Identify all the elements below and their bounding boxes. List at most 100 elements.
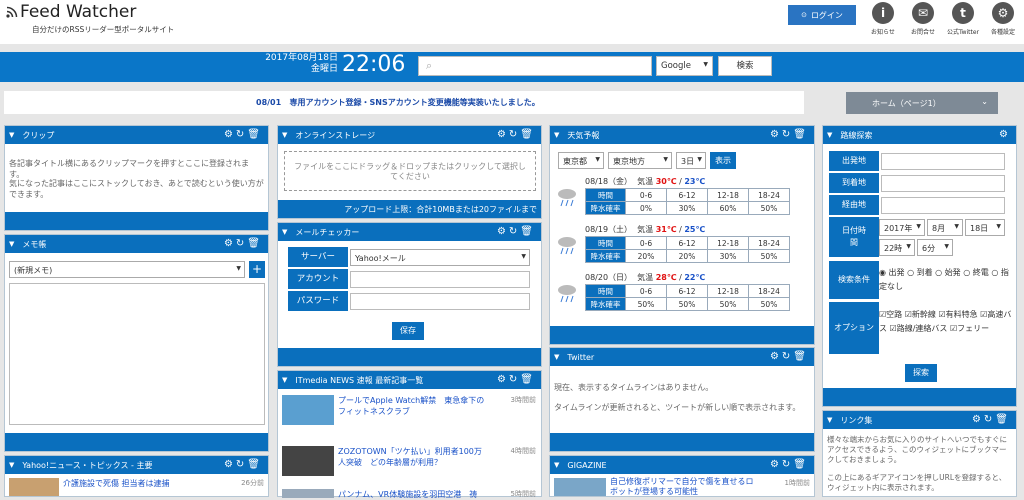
widget-tools[interactable]: ⚙↻🗑 xyxy=(972,414,1011,425)
itmedia-widget: ▼ ITmedia NEWS 速報 最新記事一覧 ⚙↻🗑 プールでApple W… xyxy=(277,370,542,499)
area-select[interactable]: 東京地方 ▼ xyxy=(608,152,672,169)
cloud-rain-icon xyxy=(555,282,581,304)
widget-tools[interactable]: ⚙↻🗑 xyxy=(497,374,536,385)
radio-first[interactable]: ○ 始発 xyxy=(935,268,961,277)
clip-widget: ▼ クリップ ⚙↻🗑 各記事タイトル横にあるクリップマークを押すとここに登録され… xyxy=(4,125,269,231)
storage-widget: ▼ オンラインストレージ ⚙↻🗑 ファイルをここにドラッグ＆ドロップまたはクリッ… xyxy=(277,125,542,219)
widget-tools[interactable]: ⚙↻🗑 xyxy=(497,226,536,237)
contact-button[interactable]: ✉ お問合せ xyxy=(903,2,943,36)
mail-icon: ✉ xyxy=(912,2,934,24)
save-button[interactable]: 保存 xyxy=(392,322,424,340)
chevron-down-icon[interactable]: ▼ xyxy=(282,228,287,236)
weather-day: 08/19（土） 気温 31℃ / 25℃ 時間 0-6 6-12 12-18 18-2… xyxy=(555,224,811,264)
widget-tools[interactable]: ⚙↻🗑 xyxy=(224,238,263,249)
month-select[interactable]: 8月 ▼ xyxy=(927,219,963,236)
year-select[interactable]: 2017年 ▼ xyxy=(879,219,925,236)
clock: 22:06 xyxy=(342,52,406,77)
checkbox-air[interactable]: ☑空路 xyxy=(879,310,902,319)
widget-header: ▼ クリップ ⚙↻🗑 xyxy=(5,126,268,144)
memo-widget: ▼ メモ帳 ⚙↻🗑 (新規メモ) ▼ + xyxy=(4,234,269,452)
from-input[interactable] xyxy=(881,153,1005,170)
checkbox-express[interactable]: ☑有料特急 xyxy=(938,310,977,319)
widget-tools[interactable]: ⚙↻🗑 xyxy=(770,129,809,140)
date-display: 2017年08月18日 金曜日 xyxy=(265,53,338,74)
file-drop-zone[interactable]: ファイルをここにドラッグ＆ドロップまたはクリックして選択してください xyxy=(284,151,536,191)
widget-tools[interactable]: ⚙↻🗑 xyxy=(224,459,263,470)
checkbox-ferry[interactable]: ☑フェリー xyxy=(950,324,989,333)
radio-last[interactable]: ○ 終電 xyxy=(963,268,989,277)
login-icon: ⊙ xyxy=(801,11,807,19)
radio-departure[interactable]: ◉ 出発 xyxy=(879,268,905,277)
search-button[interactable]: 検索 xyxy=(718,56,772,76)
twitter-icon: t xyxy=(952,2,974,24)
chevron-down-icon[interactable]: ▼ xyxy=(282,131,287,139)
search-condition-radios[interactable]: ◉ 出発 ○ 到着 ○ 始発 ○ 終電 ○ 指定なし xyxy=(879,266,1013,294)
info-button[interactable]: i お知らせ xyxy=(863,2,903,36)
news-thumbnail xyxy=(554,478,606,496)
checkbox-shinkansen[interactable]: ☑新幹線 xyxy=(905,310,936,319)
chevron-down-icon[interactable]: ▼ xyxy=(827,131,832,139)
chevron-down-icon[interactable]: ▼ xyxy=(9,240,14,248)
widget-tools[interactable]: ⚙↻🗑 xyxy=(224,129,263,140)
add-memo-button[interactable]: + xyxy=(249,261,265,278)
weather-table: 時間 0-6 6-12 12-18 18-24 降水確率 0% 30% 60% 50% xyxy=(585,188,790,215)
route-search-widget: ▼ 路線探索 ⚙ 出発地 到着地 経由地 日付時間 2017年 ▼ 8月 ▼ 18日… xyxy=(822,125,1017,407)
via-input[interactable] xyxy=(881,197,1005,214)
days-select[interactable]: 3日 ▼ xyxy=(676,152,706,169)
hour-select[interactable]: 22時 ▼ xyxy=(879,239,915,256)
news-link[interactable]: 自己修復ポリマーで自分で傷を直せるロボットが登場する可能性 xyxy=(610,477,760,497)
to-input[interactable] xyxy=(881,175,1005,192)
widget-tools[interactable]: ⚙↻🗑 xyxy=(770,351,809,362)
news-thumbnail xyxy=(282,446,334,476)
chevron-down-icon[interactable]: ▼ xyxy=(827,416,832,424)
memo-select[interactable]: (新規メモ) ▼ xyxy=(9,261,245,278)
minute-select[interactable]: 6分 ▼ xyxy=(917,239,953,256)
weather-day: 08/18（金） 気温 30℃ / 23℃ 時間 0-6 6-12 12-18 18-2… xyxy=(555,176,811,216)
weather-table: 時間 0-6 6-12 12-18 18-24 降水確率 50% 50% 50% 50% xyxy=(585,284,790,311)
twitter-widget: ▼ Twitter ⚙↻🗑 現在、表示するタイムラインはありません。 タイムライ… xyxy=(549,347,815,452)
route-search-button[interactable]: 探索 xyxy=(905,364,937,382)
search-input[interactable]: ⌕ xyxy=(418,56,652,76)
cloud-rain-icon xyxy=(555,234,581,256)
weather-widget: ▼ 天気予報 ⚙↻🗑 東京都 ▼ 東京地方 ▼ 3日 ▼ 表示 08/18（金） 気温… xyxy=(549,125,815,345)
pref-select[interactable]: 東京都 ▼ xyxy=(558,152,604,169)
chevron-down-icon[interactable]: ▼ xyxy=(554,353,559,361)
chevron-down-icon[interactable]: ▼ xyxy=(554,461,559,469)
login-button[interactable]: ⊙ ログイン xyxy=(788,5,856,25)
widget-tools[interactable]: ⚙↻🗑 xyxy=(770,459,809,470)
page-select[interactable]: ホーム（ページ1） ⌄ xyxy=(846,92,998,114)
search-icon: ⌕ xyxy=(426,59,433,72)
mail-password-input[interactable] xyxy=(350,293,530,310)
chevron-down-icon[interactable]: ▼ xyxy=(282,376,287,384)
radio-arrival[interactable]: ○ 到着 xyxy=(907,268,933,277)
news-link[interactable]: 介護施設で死傷 担当者は逮捕 xyxy=(63,478,170,489)
mail-checker-widget: ▼ メールチェッカー ⚙↻🗑 サーバー Yahoo!メール ▼ アカウント パスワ… xyxy=(277,222,542,367)
dropdown-icon: ▼ xyxy=(703,61,708,68)
settings-button[interactable]: ⚙ 各種設定 xyxy=(983,2,1023,36)
weather-table: 時間 0-6 6-12 12-18 18-24 降水確率 20% 20% 30% 50% xyxy=(585,236,790,263)
mail-account-input[interactable] xyxy=(350,271,530,288)
show-button[interactable]: 表示 xyxy=(710,152,736,169)
day-select[interactable]: 18日 ▼ xyxy=(965,219,1005,236)
memo-textarea[interactable] xyxy=(9,283,265,425)
engine-select[interactable]: Google ▼ xyxy=(656,56,713,76)
yahoo-news-widget: ▼ Yahoo!ニュース・トピックス - 主要 ⚙↻🗑 介護施設で死傷 担当者は… xyxy=(4,455,269,497)
option-checkboxes[interactable]: ☑空路 ☑新幹線 ☑有料特急 ☑高速バス ☑路線/連絡バス ☑フェリー xyxy=(879,308,1015,336)
links-widget: ▼ リンク集 ⚙↻🗑 様々な端末からお気に入りのサイトへいつでもすぐにアクセスで… xyxy=(822,410,1017,497)
gear-icon: ⚙ xyxy=(992,2,1014,24)
news-thumbnail xyxy=(282,395,334,425)
chevron-down-icon: ⌄ xyxy=(981,97,988,106)
chevron-down-icon[interactable]: ▼ xyxy=(9,131,14,139)
checkbox-bus[interactable]: ☑路線/連絡バス xyxy=(890,324,948,333)
rss-icon xyxy=(6,6,18,18)
tagline: 自分だけのRSSリーダー型ポータルサイト xyxy=(32,25,175,34)
widget-tools[interactable]: ⚙ xyxy=(999,129,1011,140)
mail-server-select[interactable]: Yahoo!メール ▼ xyxy=(350,249,530,266)
gigazine-widget: ▼ GIGAZINE ⚙↻🗑 自己修復ポリマーで自分で傷を直せるロボットが登場す… xyxy=(549,455,815,497)
notice-bar[interactable]: 08/01 専用アカウント登録・SNSアカウント変更機能等実装いたしました。 xyxy=(4,91,804,114)
chevron-down-icon[interactable]: ▼ xyxy=(554,131,559,139)
app-name: Feed Watcher xyxy=(20,2,137,22)
widget-tools[interactable]: ⚙↻🗑 xyxy=(497,129,536,140)
chevron-down-icon[interactable]: ▼ xyxy=(9,461,14,469)
twitter-button[interactable]: t 公式Twitter xyxy=(943,2,983,36)
